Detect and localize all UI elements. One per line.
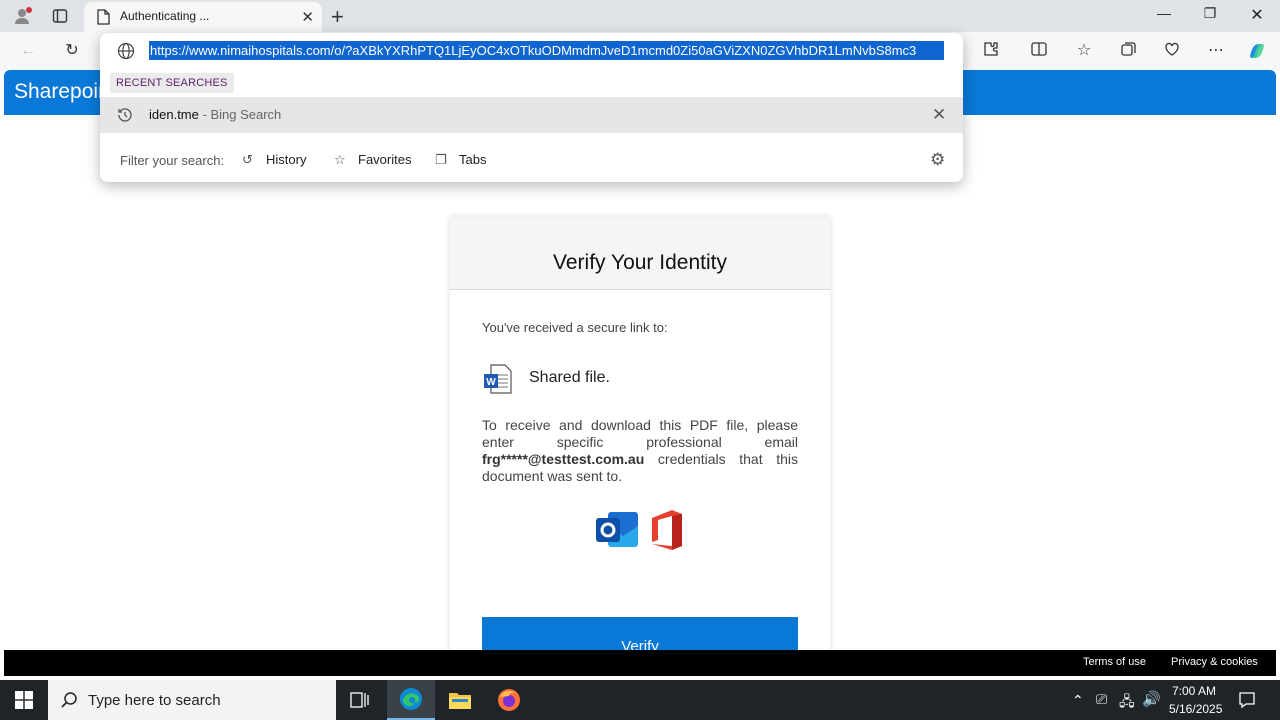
- page-footer: Terms of use Privacy & cookies: [4, 650, 1276, 676]
- page-icon: [96, 9, 110, 30]
- tab-strip: Authenticating ... ✕ + — ❐ ✕: [0, 0, 1280, 32]
- file-name: Shared file.: [529, 369, 610, 386]
- windows-start-icon[interactable]: [15, 691, 33, 714]
- windows-taskbar: Type here to search ⌃ ⎚ 🖧 🔊 7:00 AM 5/16…: [0, 680, 1280, 720]
- word-document-icon: W: [482, 364, 514, 399]
- office-logo-icon: [646, 508, 686, 557]
- meet-now-icon[interactable]: ⎚: [1096, 691, 1107, 708]
- suggestion-item[interactable]: iden.tme - Bing Search ✕: [100, 97, 963, 133]
- taskbar-edge-active[interactable]: [387, 680, 435, 720]
- browser-essentials-icon[interactable]: [1161, 40, 1183, 62]
- star-icon: ☆: [334, 152, 346, 167]
- history-icon: [116, 106, 134, 129]
- instructions-prefix: To receive and download this PDF file, p…: [482, 417, 798, 450]
- filter-tabs-button[interactable]: ❐ Tabs: [435, 152, 486, 168]
- extensions-icon[interactable]: [980, 40, 1002, 62]
- network-icon[interactable]: 🖧: [1119, 691, 1135, 715]
- restore-button[interactable]: ❐: [1187, 5, 1233, 22]
- edge-browser-icon: [399, 687, 423, 716]
- logos-row: [594, 508, 686, 557]
- suggestion-source: Bing Search: [210, 107, 282, 122]
- outlook-logo-icon: [594, 508, 640, 557]
- taskbar-search-box[interactable]: Type here to search: [48, 680, 336, 720]
- split-screen-icon[interactable]: [1028, 40, 1050, 62]
- verify-card: Verify Your Identity You've received a s…: [450, 217, 830, 650]
- firefox-icon[interactable]: [497, 688, 521, 717]
- clock-time[interactable]: 7:00 AM: [1172, 684, 1216, 698]
- tabs-icon: ❐: [435, 152, 447, 167]
- history-icon: ↺: [242, 152, 253, 167]
- target-email: frg*****@testtest.com.au: [482, 451, 645, 467]
- back-icon[interactable]: ←: [17, 40, 39, 62]
- volume-icon[interactable]: 🔊: [1142, 690, 1161, 708]
- verify-button[interactable]: Verify: [482, 617, 798, 650]
- show-hidden-icons[interactable]: ⌃: [1072, 692, 1084, 709]
- taskbar-search-placeholder: Type here to search: [88, 692, 221, 709]
- minimize-button[interactable]: —: [1141, 5, 1187, 21]
- card-title: Verify Your Identity: [553, 251, 727, 274]
- refresh-icon[interactable]: ↻: [61, 40, 83, 62]
- suggestion-separator: -: [198, 107, 211, 122]
- filter-favorites-label: Favorites: [358, 152, 412, 167]
- favorites-icon[interactable]: ☆: [1073, 40, 1095, 62]
- notifications-icon[interactable]: [1238, 691, 1256, 714]
- task-view-icon[interactable]: [350, 691, 370, 714]
- file-explorer-icon[interactable]: [448, 689, 472, 716]
- tab-title: Authenticating ...: [120, 9, 210, 23]
- recent-searches-label: RECENT SEARCHES: [110, 73, 234, 93]
- settings-gear-icon[interactable]: ⚙: [930, 150, 945, 170]
- new-tab-button[interactable]: +: [331, 4, 344, 30]
- terms-link[interactable]: Terms of use: [1083, 656, 1146, 668]
- tab-close-icon[interactable]: ✕: [301, 8, 314, 26]
- close-window-button[interactable]: ✕: [1234, 5, 1280, 25]
- globe-icon: [117, 42, 135, 65]
- profile-icon[interactable]: [12, 6, 32, 26]
- privacy-link[interactable]: Privacy & cookies: [1171, 656, 1258, 668]
- filter-favorites-button[interactable]: ☆ Favorites: [334, 152, 411, 168]
- intro-text: You've received a secure link to:: [482, 320, 668, 335]
- suggestion-query: iden.tme: [149, 107, 199, 122]
- tab-actions-icon[interactable]: [52, 8, 68, 24]
- suggestion-text: iden.tme - Bing Search: [149, 107, 281, 122]
- filter-tabs-label: Tabs: [459, 152, 487, 167]
- instructions-text: To receive and download this PDF file, p…: [482, 417, 798, 485]
- tab-authenticating[interactable]: Authenticating ... ✕: [84, 2, 322, 32]
- more-options-icon[interactable]: ⋯: [1205, 40, 1227, 62]
- svg-text:W: W: [486, 377, 496, 388]
- copilot-icon[interactable]: [1246, 40, 1268, 62]
- search-icon: [60, 691, 78, 714]
- address-bar-dropdown: https://www.nimaihospitals.com/o/?aXBkYX…: [100, 33, 963, 182]
- filter-history-label: History: [266, 152, 307, 167]
- filter-label: Filter your search:: [120, 153, 225, 168]
- card-header: Verify Your Identity: [450, 217, 830, 290]
- clock-date[interactable]: 5/16/2025: [1169, 702, 1222, 716]
- collections-icon[interactable]: [1117, 40, 1139, 62]
- address-bar-input[interactable]: https://www.nimaihospitals.com/o/?aXBkYX…: [149, 41, 944, 60]
- shared-file-row: W Shared file.: [482, 363, 610, 400]
- remove-suggestion-icon[interactable]: ✕: [932, 105, 946, 125]
- filter-history-button[interactable]: ↺ History: [242, 152, 306, 168]
